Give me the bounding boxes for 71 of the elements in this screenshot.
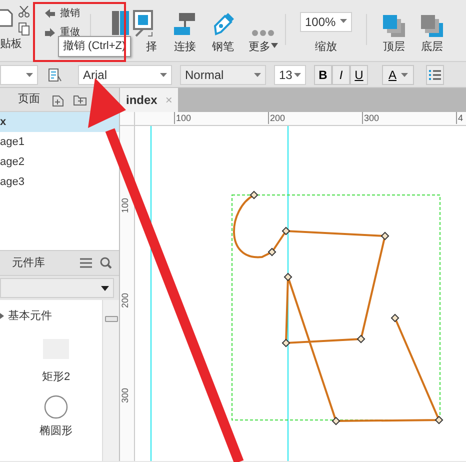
ruler-number: 100 [174,112,192,124]
add-page-icon[interactable] [52,92,64,106]
ruler-number: 300 [119,388,131,403]
caret-icon [270,43,278,48]
scissors-icon[interactable] [18,6,30,18]
anchor-point[interactable] [332,416,340,426]
anchor-point[interactable] [268,248,276,256]
expand-icon[interactable] [0,313,4,320]
clipboard-label: 贴板 [0,38,23,50]
pen-icon[interactable] [212,12,234,38]
anchor-point[interactable] [434,416,444,424]
ruler-number: 200 [268,112,286,124]
caret-icon [160,72,167,76]
connector-icon[interactable] [173,12,197,38]
add-folder-icon[interactable] [73,94,87,106]
page-item[interactable]: age2 [0,152,119,172]
zoom-label: 缩放 [315,41,337,53]
send-to-back-icon[interactable] [420,14,444,38]
anchor-point[interactable] [380,232,390,240]
guide-line[interactable] [150,126,152,461]
bullet-list-button[interactable] [426,64,444,84]
page-item[interactable]: age1 [0,132,119,152]
font-dropdown[interactable]: Arial [78,64,172,84]
widget-label: 矩形2 [42,370,70,384]
caret-icon [294,72,301,76]
tool-label: 择 [146,41,157,53]
layer-label: 底层 [421,41,443,53]
tool-label: 连接 [174,41,196,53]
panel-title: 页面 [18,92,40,108]
menu-icon[interactable] [80,258,92,268]
redo-icon [44,28,56,38]
ruler-number: 300 [362,112,380,124]
caret-icon [101,286,109,290]
ellipse-widget-icon[interactable] [44,395,68,419]
ruler-number: 100 [119,198,131,213]
library-group[interactable]: 基本元件 [8,308,52,324]
undo-icon [44,8,56,18]
search-icon[interactable] [100,257,112,269]
layer-label: 顶层 [383,41,405,53]
copy-icon[interactable] [18,22,30,36]
caret-icon [400,72,408,76]
ruler-number: 4 [456,112,464,124]
anchor-point[interactable] [250,190,258,200]
caret-icon [26,72,33,76]
caret-icon [254,72,261,76]
zoom-field[interactable]: 100% [300,12,352,32]
bring-to-front-icon[interactable] [382,14,406,38]
tool-label: 钢笔 [212,41,234,53]
format-button[interactable]: U [350,64,368,84]
font-size-dropdown[interactable]: 13 [274,64,306,84]
list-icon [429,70,441,80]
anchor-point[interactable] [390,314,400,322]
anchor-point[interactable] [284,272,292,282]
format-button[interactable]: I [332,64,350,84]
undo-button[interactable]: 撤销 [44,6,90,21]
tool-label: 更多 [248,41,270,53]
anchor-point[interactable] [282,338,290,348]
font-color-button[interactable]: A [382,64,414,84]
format-button[interactable]: B [314,64,332,84]
panel-title: 元件库 [12,256,45,271]
ruler-number: 200 [119,292,131,308]
anchor-point[interactable] [356,334,366,344]
anchor-point[interactable] [282,226,290,236]
caret-icon [340,18,347,22]
page-tab[interactable]: index × [120,88,178,112]
scrollbar[interactable] [102,300,119,461]
widget-label: 椭圆形 [40,424,72,439]
page-item[interactable]: age3 [0,172,119,192]
font-style-dropdown[interactable]: Normal [180,64,266,84]
format-painter-icon[interactable] [48,68,62,82]
select-icon[interactable] [110,10,154,38]
